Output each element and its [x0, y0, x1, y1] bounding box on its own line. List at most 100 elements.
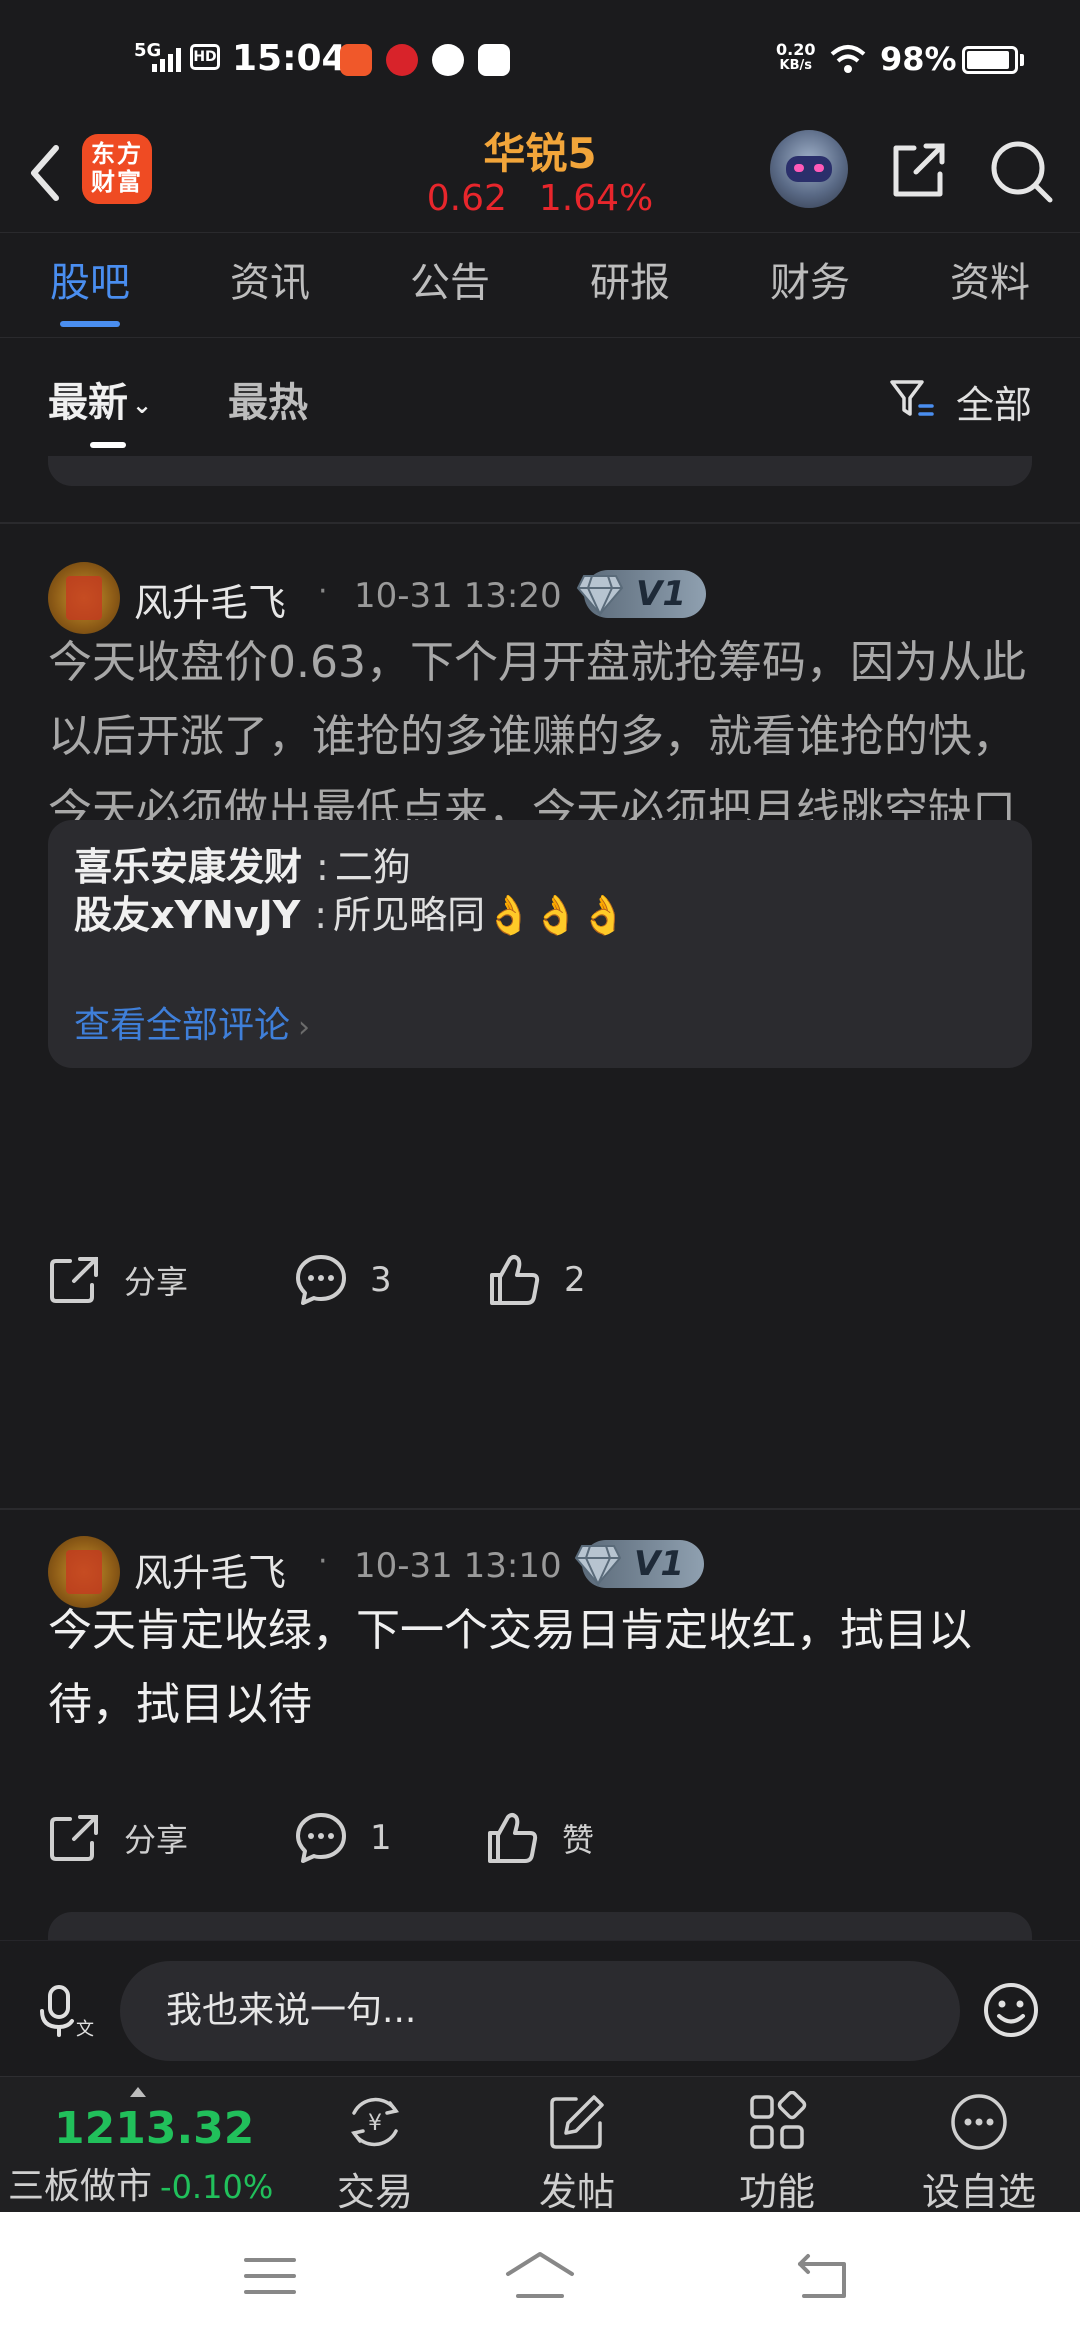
index-ticker[interactable]: 三板做市 -0.10% [8, 2157, 273, 2209]
comment-icon [296, 1255, 346, 1305]
level-badge: V1 [576, 570, 706, 618]
status-bar: 5G HD 15:04 0.20 KB/s 98% [0, 0, 1080, 120]
index-name: 三板做市 [8, 2166, 153, 2207]
chevron-right-icon: › [298, 1010, 311, 1045]
notification-mail-icon [432, 44, 464, 76]
comment-preview-box[interactable]: 喜乐安康发财: 二狗 股友xYNvJY: 所见略同👌👌👌 查看全部评论 › [48, 820, 1032, 1068]
comment-button[interactable]: 1 [294, 1808, 392, 1868]
comment-item[interactable]: 喜乐安康发财: 二狗 [74, 836, 411, 891]
post-author[interactable]: 风升毛飞 [134, 1542, 286, 1597]
diamond-icon [576, 575, 624, 616]
tab-news[interactable]: 资讯 [180, 233, 360, 337]
search-icon[interactable] [988, 138, 1054, 204]
index-value[interactable]: 1213.32 [54, 2103, 254, 2154]
share-button[interactable]: 分享 [48, 1808, 188, 1868]
battery-icon [962, 46, 1018, 74]
like-label: 赞 [562, 1821, 595, 1859]
post-card[interactable]: 风升毛飞 · 10-31 13:10 V1 今天肯定收绿，下一个交易日肯定收红，… [0, 1510, 1080, 1910]
ai-assistant-icon[interactable] [770, 130, 848, 208]
back-arrow-icon[interactable] [22, 138, 72, 208]
emoji-icon[interactable] [982, 1981, 1040, 2039]
comment-item[interactable]: 股友xYNvJY: 所见略同👌👌👌 [74, 884, 627, 939]
view-all-comments-link[interactable]: 查看全部评论 › [74, 996, 310, 1048]
yen-cycle-icon: ¥ [350, 2097, 400, 2147]
previous-comment-card [48, 456, 1032, 486]
svg-text:文: 文 [76, 2019, 94, 2039]
hd-icon: HD [190, 44, 220, 70]
back-icon[interactable] [796, 2252, 848, 2300]
comment-button[interactable]: 3 [294, 1250, 392, 1310]
post-time: 10-31 13:20 [354, 576, 562, 616]
like-count: 2 [564, 1260, 586, 1300]
index-change: -0.10% [160, 2168, 274, 2206]
stock-price: 0.62 [426, 178, 507, 219]
home-icon[interactable] [504, 2250, 576, 2300]
chevron-down-icon: ⌄ [132, 391, 153, 419]
like-button[interactable]: 赞 [486, 1808, 594, 1868]
next-comment-card [48, 1912, 1032, 1942]
nav-add-watchlist[interactable]: 设自选 [914, 2091, 1044, 2216]
sort-filter-bar: 最新 ⌄ 最热 全部 [0, 340, 1080, 460]
battery-percent: 98% [880, 40, 957, 78]
system-navigation-bar [0, 2212, 1080, 2340]
post-content[interactable]: 今天肯定收绿，下一个交易日肯定收红，拭目以待，拭目以待 [48, 1594, 1038, 1742]
share-button[interactable]: 分享 [48, 1250, 188, 1310]
comment-count: 1 [370, 1818, 392, 1858]
comment-count: 3 [370, 1260, 392, 1300]
stock-header: 东方 财富 华锐5 0.62 1.64% [0, 120, 1080, 232]
separator-dot: · [318, 574, 328, 609]
svg-text:¥: ¥ [368, 2111, 382, 2136]
filter-all-button[interactable]: 全部 [956, 374, 1032, 429]
stock-change-percent: 1.64% [538, 178, 654, 219]
tab-finance[interactable]: 财务 [720, 233, 900, 337]
tab-announcements[interactable]: 公告 [360, 233, 540, 337]
nav-post[interactable]: 发帖 [512, 2091, 642, 2216]
avatar[interactable] [48, 562, 120, 634]
thumbs-up-icon [488, 1813, 538, 1863]
diamond-icon [574, 1545, 622, 1586]
more-circle-icon [951, 2094, 1007, 2150]
stock-name: 华锐5 [483, 129, 597, 178]
bottom-navigation: 1213.32 三板做市 -0.10% ¥ 交易 发帖 功能 设自选 [0, 2076, 1080, 2214]
level-badge: V1 [574, 1540, 704, 1588]
notification-bank-icon [386, 44, 418, 76]
tab-guba[interactable]: 股吧 [0, 233, 180, 337]
nav-trade[interactable]: ¥ 交易 [310, 2091, 440, 2216]
menu-icon[interactable] [244, 2256, 296, 2296]
section-tabs: 股吧 资讯 公告 研报 财务 资料 [0, 232, 1080, 338]
tab-research[interactable]: 研报 [540, 233, 720, 337]
stock-quote: 0.62 1.64% [340, 178, 740, 219]
status-time: 15:04 [232, 38, 347, 79]
notification-card-icon [478, 44, 510, 76]
comment-user[interactable]: 股友xYNvJY [74, 893, 300, 937]
sort-latest-button[interactable]: 最新 ⌄ [48, 370, 152, 428]
edit-icon [550, 2095, 604, 2149]
share-icon[interactable] [886, 138, 950, 202]
notification-app-icon [340, 44, 372, 76]
tab-profile[interactable]: 资料 [900, 233, 1080, 337]
wifi-icon [830, 45, 866, 73]
thumbs-up-icon [490, 1255, 540, 1305]
nav-functions[interactable]: 功能 [712, 2091, 842, 2216]
expand-up-icon[interactable] [130, 2087, 146, 2097]
post-author[interactable]: 风升毛飞 [134, 572, 286, 627]
filter-icon[interactable] [888, 376, 936, 424]
comment-text: 所见略同👌👌👌 [333, 893, 628, 937]
network-speed: 0.20 KB/s [776, 40, 816, 74]
signal-icon [152, 48, 181, 72]
like-button[interactable]: 2 [488, 1250, 586, 1310]
post-time: 10-31 13:10 [354, 1546, 562, 1586]
comment-user[interactable]: 喜乐安康发财 [74, 845, 302, 889]
separator-dot: · [318, 1544, 328, 1579]
comment-input[interactable]: 我也来说一句... [120, 1961, 960, 2061]
grid-icon [750, 2091, 807, 2149]
comment-text: 二狗 [334, 845, 411, 889]
brand-logo[interactable]: 东方 财富 [82, 134, 152, 204]
voice-to-text-icon[interactable]: 文 [38, 1983, 94, 2039]
comment-icon [296, 1813, 346, 1863]
post-actions: 分享 1 赞 [48, 1808, 1032, 1868]
share-icon [50, 1257, 98, 1303]
share-icon [50, 1815, 98, 1861]
sort-hot-button[interactable]: 最热 [228, 370, 308, 428]
comment-input-bar: 文 我也来说一句... [0, 1940, 1080, 2076]
